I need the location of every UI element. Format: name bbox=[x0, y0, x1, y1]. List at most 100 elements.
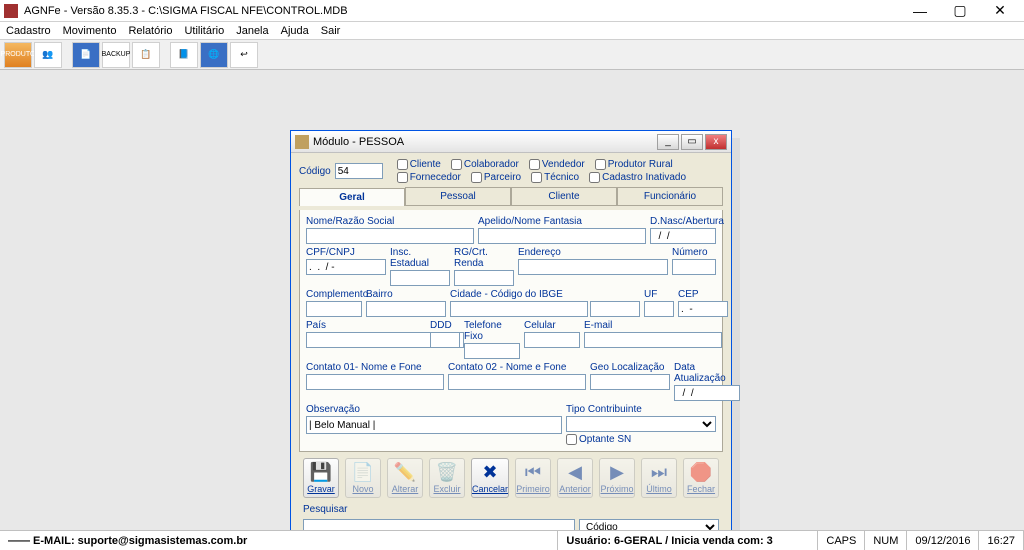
menu-relatorio[interactable]: Relatório bbox=[128, 25, 172, 37]
nome-input[interactable] bbox=[306, 228, 474, 244]
next-icon: ▶ bbox=[610, 462, 624, 483]
bairro-input[interactable] bbox=[366, 301, 446, 317]
menu-movimento[interactable]: Movimento bbox=[63, 25, 117, 37]
proximo-button[interactable]: ▶Próximo bbox=[599, 458, 635, 498]
cidade-input[interactable] bbox=[450, 301, 588, 317]
check-colaborador[interactable]: Colaborador bbox=[451, 159, 519, 170]
trash-icon: 🗑️ bbox=[436, 462, 458, 483]
toolbar-globe-button[interactable]: 🌐 bbox=[200, 42, 228, 68]
numero-input[interactable] bbox=[672, 259, 716, 275]
ddd-input[interactable] bbox=[430, 332, 460, 348]
contato2-input[interactable] bbox=[448, 374, 586, 390]
obs-label: Observação bbox=[306, 404, 562, 415]
contato1-input[interactable] bbox=[306, 374, 444, 390]
check-produtor-rural[interactable]: Produtor Rural bbox=[595, 159, 673, 170]
ie-input[interactable] bbox=[390, 270, 450, 286]
dialog-maximize-button[interactable]: ▭ bbox=[681, 134, 703, 150]
dataat-label: Data Atualização bbox=[674, 362, 740, 384]
dialog-minimize-button[interactable]: _ bbox=[657, 134, 679, 150]
menu-utilitario[interactable]: Utilitário bbox=[184, 25, 224, 37]
tab-funcionario[interactable]: Funcionário bbox=[617, 187, 723, 205]
cpf-input[interactable] bbox=[306, 259, 386, 275]
tab-pessoal[interactable]: Pessoal bbox=[405, 187, 511, 205]
apelido-label: Apelido/Nome Fantasia bbox=[478, 216, 646, 227]
mdi-workspace: Módulo - PESSOA _ ▭ x Código Cliente Col… bbox=[0, 70, 1024, 528]
status-time: 16:27 bbox=[979, 531, 1024, 550]
cancel-icon: ✖ bbox=[482, 462, 497, 483]
cancelar-button[interactable]: ✖Cancelar bbox=[471, 458, 509, 498]
uf-input[interactable] bbox=[644, 301, 674, 317]
fechar-button[interactable]: 🛑Fechar bbox=[683, 458, 719, 498]
check-parceiro[interactable]: Parceiro bbox=[471, 172, 521, 183]
ultimo-button[interactable]: ⏭Último bbox=[641, 458, 677, 498]
nome-label: Nome/Razão Social bbox=[306, 216, 474, 227]
endereco-input[interactable] bbox=[518, 259, 668, 275]
anterior-button[interactable]: ◀Anterior bbox=[557, 458, 593, 498]
check-optante-sn[interactable]: Optante SN bbox=[566, 434, 716, 445]
cidade-label: Cidade - Código do IBGE bbox=[450, 289, 640, 300]
window-controls: — ▢ ✕ bbox=[900, 1, 1020, 21]
check-fornecedor[interactable]: Fornecedor bbox=[397, 172, 461, 183]
tel-input[interactable] bbox=[464, 343, 520, 359]
check-cliente[interactable]: Cliente bbox=[397, 159, 441, 170]
geo-label: Geo Localização bbox=[590, 362, 670, 373]
ibge-input[interactable] bbox=[590, 301, 640, 317]
pesquisar-label: Pesquisar bbox=[303, 504, 719, 515]
email-input[interactable] bbox=[584, 332, 722, 348]
stop-icon: 🛑 bbox=[690, 462, 712, 483]
save-icon: 💾 bbox=[310, 462, 332, 483]
contato2-label: Contato 02 - Nome e Fone bbox=[448, 362, 586, 373]
dialog-titlebar[interactable]: Módulo - PESSOA _ ▭ x bbox=[291, 131, 731, 153]
apelido-input[interactable] bbox=[478, 228, 646, 244]
toolbar-pessoa-button[interactable]: 👥 bbox=[34, 42, 62, 68]
menu-ajuda[interactable]: Ajuda bbox=[281, 25, 309, 37]
menu-sair[interactable]: Sair bbox=[321, 25, 341, 37]
check-cad-inativado[interactable]: Cadastro Inativado bbox=[589, 172, 686, 183]
close-button[interactable]: ✕ bbox=[980, 1, 1020, 21]
maximize-button[interactable]: ▢ bbox=[940, 1, 980, 21]
status-email: —— E-MAIL: suporte@sigmasistemas.com.br bbox=[0, 531, 558, 550]
dnasc-input[interactable] bbox=[650, 228, 716, 244]
toolbar-backup-button[interactable]: BACKUP bbox=[102, 42, 130, 68]
compl-input[interactable] bbox=[306, 301, 362, 317]
tab-cliente[interactable]: Cliente bbox=[511, 187, 617, 205]
obs-input[interactable] bbox=[306, 416, 562, 434]
tab-geral[interactable]: Geral bbox=[299, 188, 405, 206]
ddd-label: DDD bbox=[430, 320, 460, 331]
excluir-button[interactable]: 🗑️Excluir bbox=[429, 458, 465, 498]
toolbar-nfe-button[interactable]: 📄 bbox=[72, 42, 100, 68]
cep-label: CEP bbox=[678, 289, 728, 300]
tipo-select[interactable] bbox=[566, 416, 716, 432]
check-vendedor[interactable]: Vendedor bbox=[529, 159, 585, 170]
alterar-button[interactable]: ✏️Alterar bbox=[387, 458, 423, 498]
rg-input[interactable] bbox=[454, 270, 514, 286]
novo-button[interactable]: 📄Novo bbox=[345, 458, 381, 498]
contato1-label: Contato 01- Nome e Fone bbox=[306, 362, 444, 373]
cpf-label: CPF/CNPJ bbox=[306, 247, 386, 258]
dnasc-label: D.Nasc/Abertura bbox=[650, 216, 716, 227]
primeiro-button[interactable]: ⏮Primeiro bbox=[515, 458, 551, 498]
pais-input[interactable] bbox=[306, 332, 444, 348]
app-title: AGNFe - Versão 8.35.3 - C:\SIGMA FISCAL … bbox=[24, 5, 900, 17]
status-date: 09/12/2016 bbox=[907, 531, 979, 550]
menu-cadastro[interactable]: Cadastro bbox=[6, 25, 51, 37]
compl-label: Complemento bbox=[306, 289, 362, 300]
codigo-input[interactable] bbox=[335, 163, 383, 179]
toolbar-exit-button[interactable]: ↩ bbox=[230, 42, 258, 68]
toolbar-doc-button[interactable]: 📋 bbox=[132, 42, 160, 68]
check-tecnico[interactable]: Técnico bbox=[531, 172, 579, 183]
cep-input[interactable] bbox=[678, 301, 728, 317]
dataat-input[interactable] bbox=[674, 385, 740, 401]
cel-input[interactable] bbox=[524, 332, 580, 348]
dialog-pessoa: Módulo - PESSOA _ ▭ x Código Cliente Col… bbox=[290, 130, 732, 548]
dialog-icon bbox=[295, 135, 309, 149]
gravar-button[interactable]: 💾Gravar bbox=[303, 458, 339, 498]
geo-input[interactable] bbox=[590, 374, 670, 390]
menu-janela[interactable]: Janela bbox=[236, 25, 268, 37]
bairro-label: Bairro bbox=[366, 289, 446, 300]
minimize-button[interactable]: — bbox=[900, 1, 940, 21]
dialog-close-button[interactable]: x bbox=[705, 134, 727, 150]
toolbar-produto-button[interactable]: PRODUTO bbox=[4, 42, 32, 68]
menubar: Cadastro Movimento Relatório Utilitário … bbox=[0, 22, 1024, 40]
toolbar-book-button[interactable]: 📘 bbox=[170, 42, 198, 68]
